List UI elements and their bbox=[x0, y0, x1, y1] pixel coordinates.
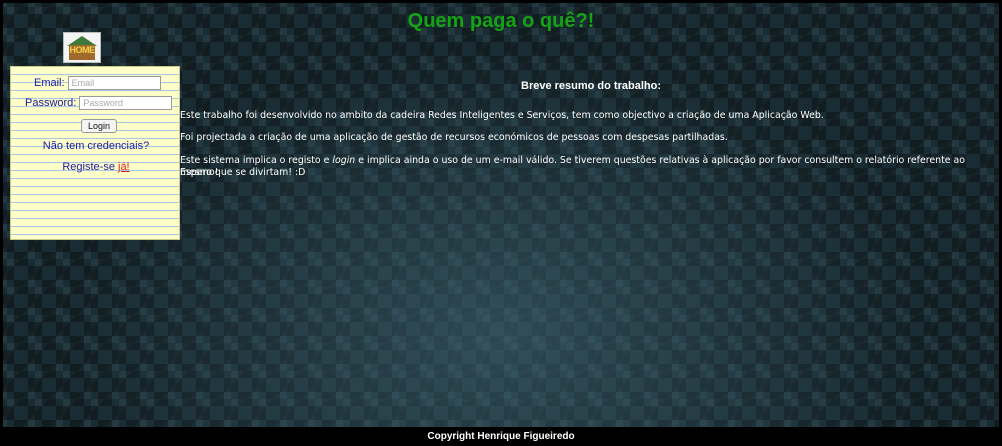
email-input[interactable] bbox=[67, 76, 161, 90]
summary-p3-start: Este sistema implica o registo e bbox=[180, 155, 333, 166]
summary-paragraph-2: Foi projectada a criação de uma aplicaçã… bbox=[180, 132, 728, 143]
home-logo-text: HOME bbox=[69, 45, 96, 55]
password-label: Password: bbox=[25, 96, 77, 109]
page-title: Quem paga o quê?! bbox=[407, 10, 595, 32]
summary-paragraph-1: Este trabalho foi desenvolvido no ambito… bbox=[180, 110, 824, 121]
footer-copyright: Copyright Henrique Figueiredo bbox=[3, 427, 999, 446]
summary-title: Breve resumo do trabalho: bbox=[521, 80, 661, 92]
register-text: Registe-se bbox=[62, 161, 118, 173]
password-row: Password: bbox=[25, 96, 173, 110]
email-label: Email: bbox=[34, 76, 65, 89]
register-link[interactable]: já! bbox=[118, 161, 130, 173]
no-credentials-link[interactable]: Não tem credenciais? bbox=[11, 140, 181, 152]
login-panel: Email: Password: Login Não tem credencia… bbox=[10, 66, 180, 240]
summary-p3-login: login bbox=[332, 155, 356, 166]
summary-paragraph-4: Espero que se divirtam! :D bbox=[180, 166, 306, 178]
home-logo-icon[interactable]: HOME bbox=[63, 32, 101, 63]
register-row: Registe-se já! bbox=[11, 161, 181, 173]
email-row: Email: bbox=[34, 76, 161, 90]
password-input[interactable] bbox=[79, 96, 173, 110]
login-button[interactable]: Login bbox=[81, 119, 118, 133]
